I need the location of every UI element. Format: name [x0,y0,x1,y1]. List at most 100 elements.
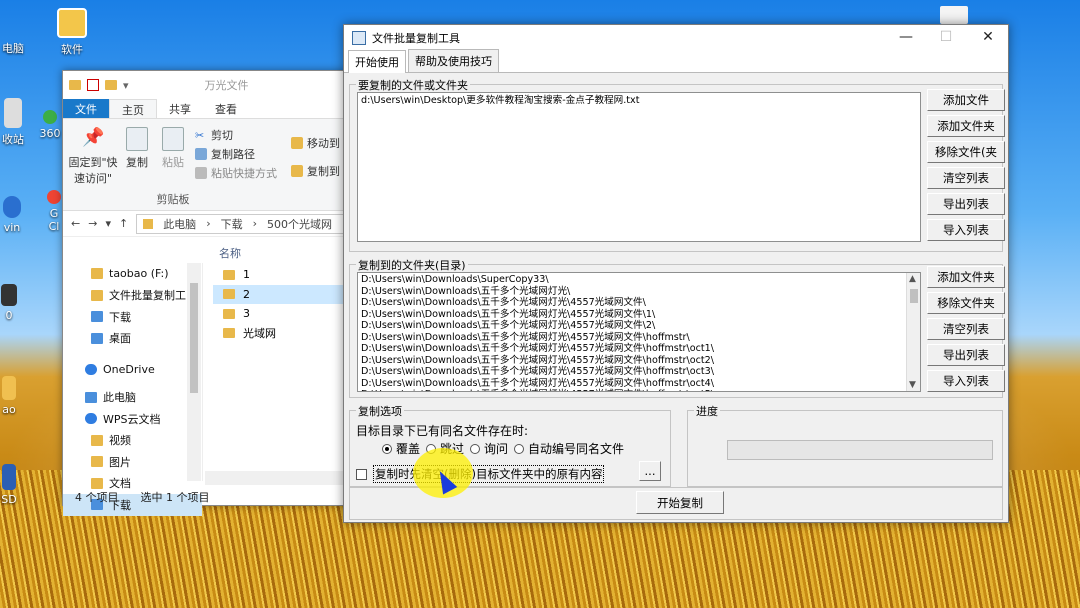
nav-item[interactable]: 文件批量复制工 [63,285,202,307]
scroll-thumb[interactable] [910,289,918,303]
explorer-ribbon-tabs: 文件 主页 共享 查看 [63,99,346,119]
source-list-item[interactable]: d:\Users\win\Desktop\更多软件教程淘宝搜索-金点子教程网.t… [358,95,920,107]
column-header-name[interactable]: 名称 [213,241,348,265]
tab-view[interactable]: 查看 [203,99,249,118]
breadcrumb-downloads[interactable]: 下载 [221,216,243,232]
desktop-icon-file-corner[interactable] [940,6,968,24]
source-action-button[interactable]: 添加文件 [927,89,1005,111]
source-list[interactable]: d:\Users\win\Desktop\更多软件教程淘宝搜索-金点子教程网.t… [357,92,921,242]
conflict-radio[interactable]: 询问 [470,440,508,457]
desktop-icon-folder[interactable]: ao [0,376,18,416]
nav-item[interactable]: taobao (F:) [63,263,202,285]
dest-action-button[interactable]: 移除文件夹 [927,292,1005,314]
nav-item[interactable]: 图片 [63,451,202,473]
clear-first-checkbox[interactable] [356,468,367,480]
desktop-icon-video[interactable]: 0 [0,284,18,322]
move-to-button[interactable]: 移动到 [291,135,340,151]
breadcrumb-pc[interactable]: 此电脑 [163,216,196,232]
up-arrow-icon[interactable]: ↑ [119,217,128,230]
dest-list-item[interactable]: D:\Users\win\Downloads\五千多个光域网灯光\4557光域网… [358,355,920,367]
dest-list-item[interactable]: D:\Users\win\Downloads\五千多个光域网灯光\4557光域网… [358,297,920,309]
source-action-button[interactable]: 移除文件(夹 [927,141,1005,163]
source-action-button[interactable]: 导出列表 [927,193,1005,215]
close-icon[interactable]: ✕ [968,29,1008,45]
dest-list-item[interactable]: D:\Users\win\Downloads\五千多个光域网灯光\ [358,286,920,298]
history-chevron-icon[interactable]: ▾ [105,217,111,230]
clear-first-label[interactable]: 复制时先清空(删除)目标文件夹中的原有内容 [373,465,605,483]
tab-share[interactable]: 共享 [157,99,203,118]
tab-start[interactable]: 开始使用 [348,50,406,73]
nav-item[interactable]: 桌面 [63,328,202,350]
nav-scrollbar[interactable] [187,263,201,481]
nav-item[interactable]: OneDrive [63,359,202,381]
horizontal-scrollbar[interactable] [205,471,348,485]
dest-list-item[interactable]: D:\Users\win\Downloads\五千多个光域网灯光\4557光域网… [358,320,920,332]
tab-help[interactable]: 帮助及使用技巧 [408,49,499,72]
dest-list-item[interactable]: D:\Users\win\Downloads\SuperCopy33\ [358,274,920,286]
breadcrumb-current[interactable]: 500个光域网 [267,216,332,232]
desktop-icon-software[interactable]: 软件 [52,8,92,57]
copy-to-button[interactable]: 复制到 [291,163,340,179]
maximize-icon[interactable]: ☐ [926,29,966,45]
desktop-icon-360[interactable]: 360 [38,110,62,140]
conflict-radio[interactable]: 覆盖 [382,440,420,457]
nav-item[interactable]: 此电脑 [63,387,202,409]
tab-home[interactable]: 主页 [109,99,157,118]
explorer-titlebar[interactable]: ▾ 万光文件 [63,71,346,99]
paste-shortcut-button[interactable]: 粘贴快捷方式 [195,165,277,181]
copy-path-button[interactable]: 复制路径 [195,146,255,162]
scroll-up-icon[interactable]: ▲ [909,274,916,284]
radio-circle-icon[interactable] [470,443,481,454]
source-action-button[interactable]: 清空列表 [927,167,1005,189]
desktop-icon-chrome[interactable]: G Cl [46,190,62,233]
nav-item[interactable]: 视频 [63,430,202,452]
dest-list-item[interactable]: D:\Users\win\Downloads\五千多个光域网灯光\4557光域网… [358,343,920,355]
file-row[interactable]: 3 [213,304,348,324]
dest-list-item[interactable]: D:\Users\win\Downloads\五千多个光域网灯光\4557光域网… [358,389,920,391]
nav-item[interactable]: WPS云文档 [63,408,202,430]
minimize-icon[interactable]: — [886,29,926,45]
nav-item[interactable]: 下载 [63,306,202,328]
desktop-icon-recycle-bin[interactable]: 收站 [0,98,26,147]
dest-action-button[interactable]: 添加文件夹 [927,266,1005,288]
desktop-icon-user[interactable]: vin [0,196,24,234]
ellipsis-button[interactable]: ... [639,461,661,481]
paste-button[interactable]: 粘贴 [159,127,187,170]
desktop-icon-ps[interactable]: SD [0,464,18,506]
back-arrow-icon[interactable]: ← [71,217,80,230]
cut-button[interactable]: ✂ 剪切 [195,127,233,143]
address-bar[interactable]: 此电脑 › 下载 › 500个光域网 [136,213,346,234]
file-row[interactable]: 2 [213,284,348,304]
dest-action-button[interactable]: 导出列表 [927,344,1005,366]
source-action-button[interactable]: 导入列表 [927,219,1005,241]
desktop-icon-pc[interactable]: 电脑 [0,40,26,56]
file-list[interactable]: 名称 1 2 3 光域网 [213,241,348,481]
radio-circle-icon[interactable] [514,443,525,454]
source-action-button[interactable]: 添加文件夹 [927,115,1005,137]
tool-titlebar[interactable]: 文件批量复制工具 — ☐ ✕ [344,25,1008,51]
radio-circle-icon[interactable] [382,443,392,454]
file-row[interactable]: 1 [213,265,348,285]
navigation-pane[interactable]: taobao (F:) 文件批量复制工 下载 桌面 OneDrive 此电脑 WPS云文档视… [63,263,203,516]
dest-list[interactable]: D:\Users\win\Downloads\SuperCopy33\ D:\Us… [357,272,921,392]
nav-scroll-thumb[interactable] [190,283,198,393]
dest-list-scrollbar[interactable]: ▲ ▼ [906,273,920,391]
scroll-down-icon[interactable]: ▼ [909,380,916,390]
start-copy-button[interactable]: 开始复制 [636,491,724,514]
tab-file[interactable]: 文件 [63,99,109,118]
dest-list-item[interactable]: D:\Users\win\Downloads\五千多个光域网灯光\4557光域网… [358,332,920,344]
desktop-icon-label: 360 [39,127,61,140]
dest-action-button[interactable]: 清空列表 [927,318,1005,340]
dest-action-button[interactable]: 导入列表 [927,370,1005,392]
file-row[interactable]: 光域网 [213,324,348,344]
pin-quick-access-button[interactable]: 📌 固定到"快速访问" [67,127,119,186]
dropdown-arrow-icon[interactable]: ▾ [123,79,129,92]
checkbox-icon[interactable] [87,79,99,91]
dest-list-item[interactable]: D:\Users\win\Downloads\五千多个光域网灯光\4557光域网… [358,366,920,378]
forward-arrow-icon[interactable]: → [88,217,97,230]
dest-list-item[interactable]: D:\Users\win\Downloads\五千多个光域网灯光\4557光域网… [358,378,920,390]
file-explorer-window[interactable]: ▾ 万光文件 文件 主页 共享 查看 📌 固定到"快速访问" 复制 粘贴 ✂ 剪… [62,70,348,516]
copy-button[interactable]: 复制 [123,127,151,170]
conflict-radio[interactable]: 自动编号同名文件 [514,440,624,457]
dest-list-item[interactable]: D:\Users\win\Downloads\五千多个光域网灯光\4557光域网… [358,309,920,321]
